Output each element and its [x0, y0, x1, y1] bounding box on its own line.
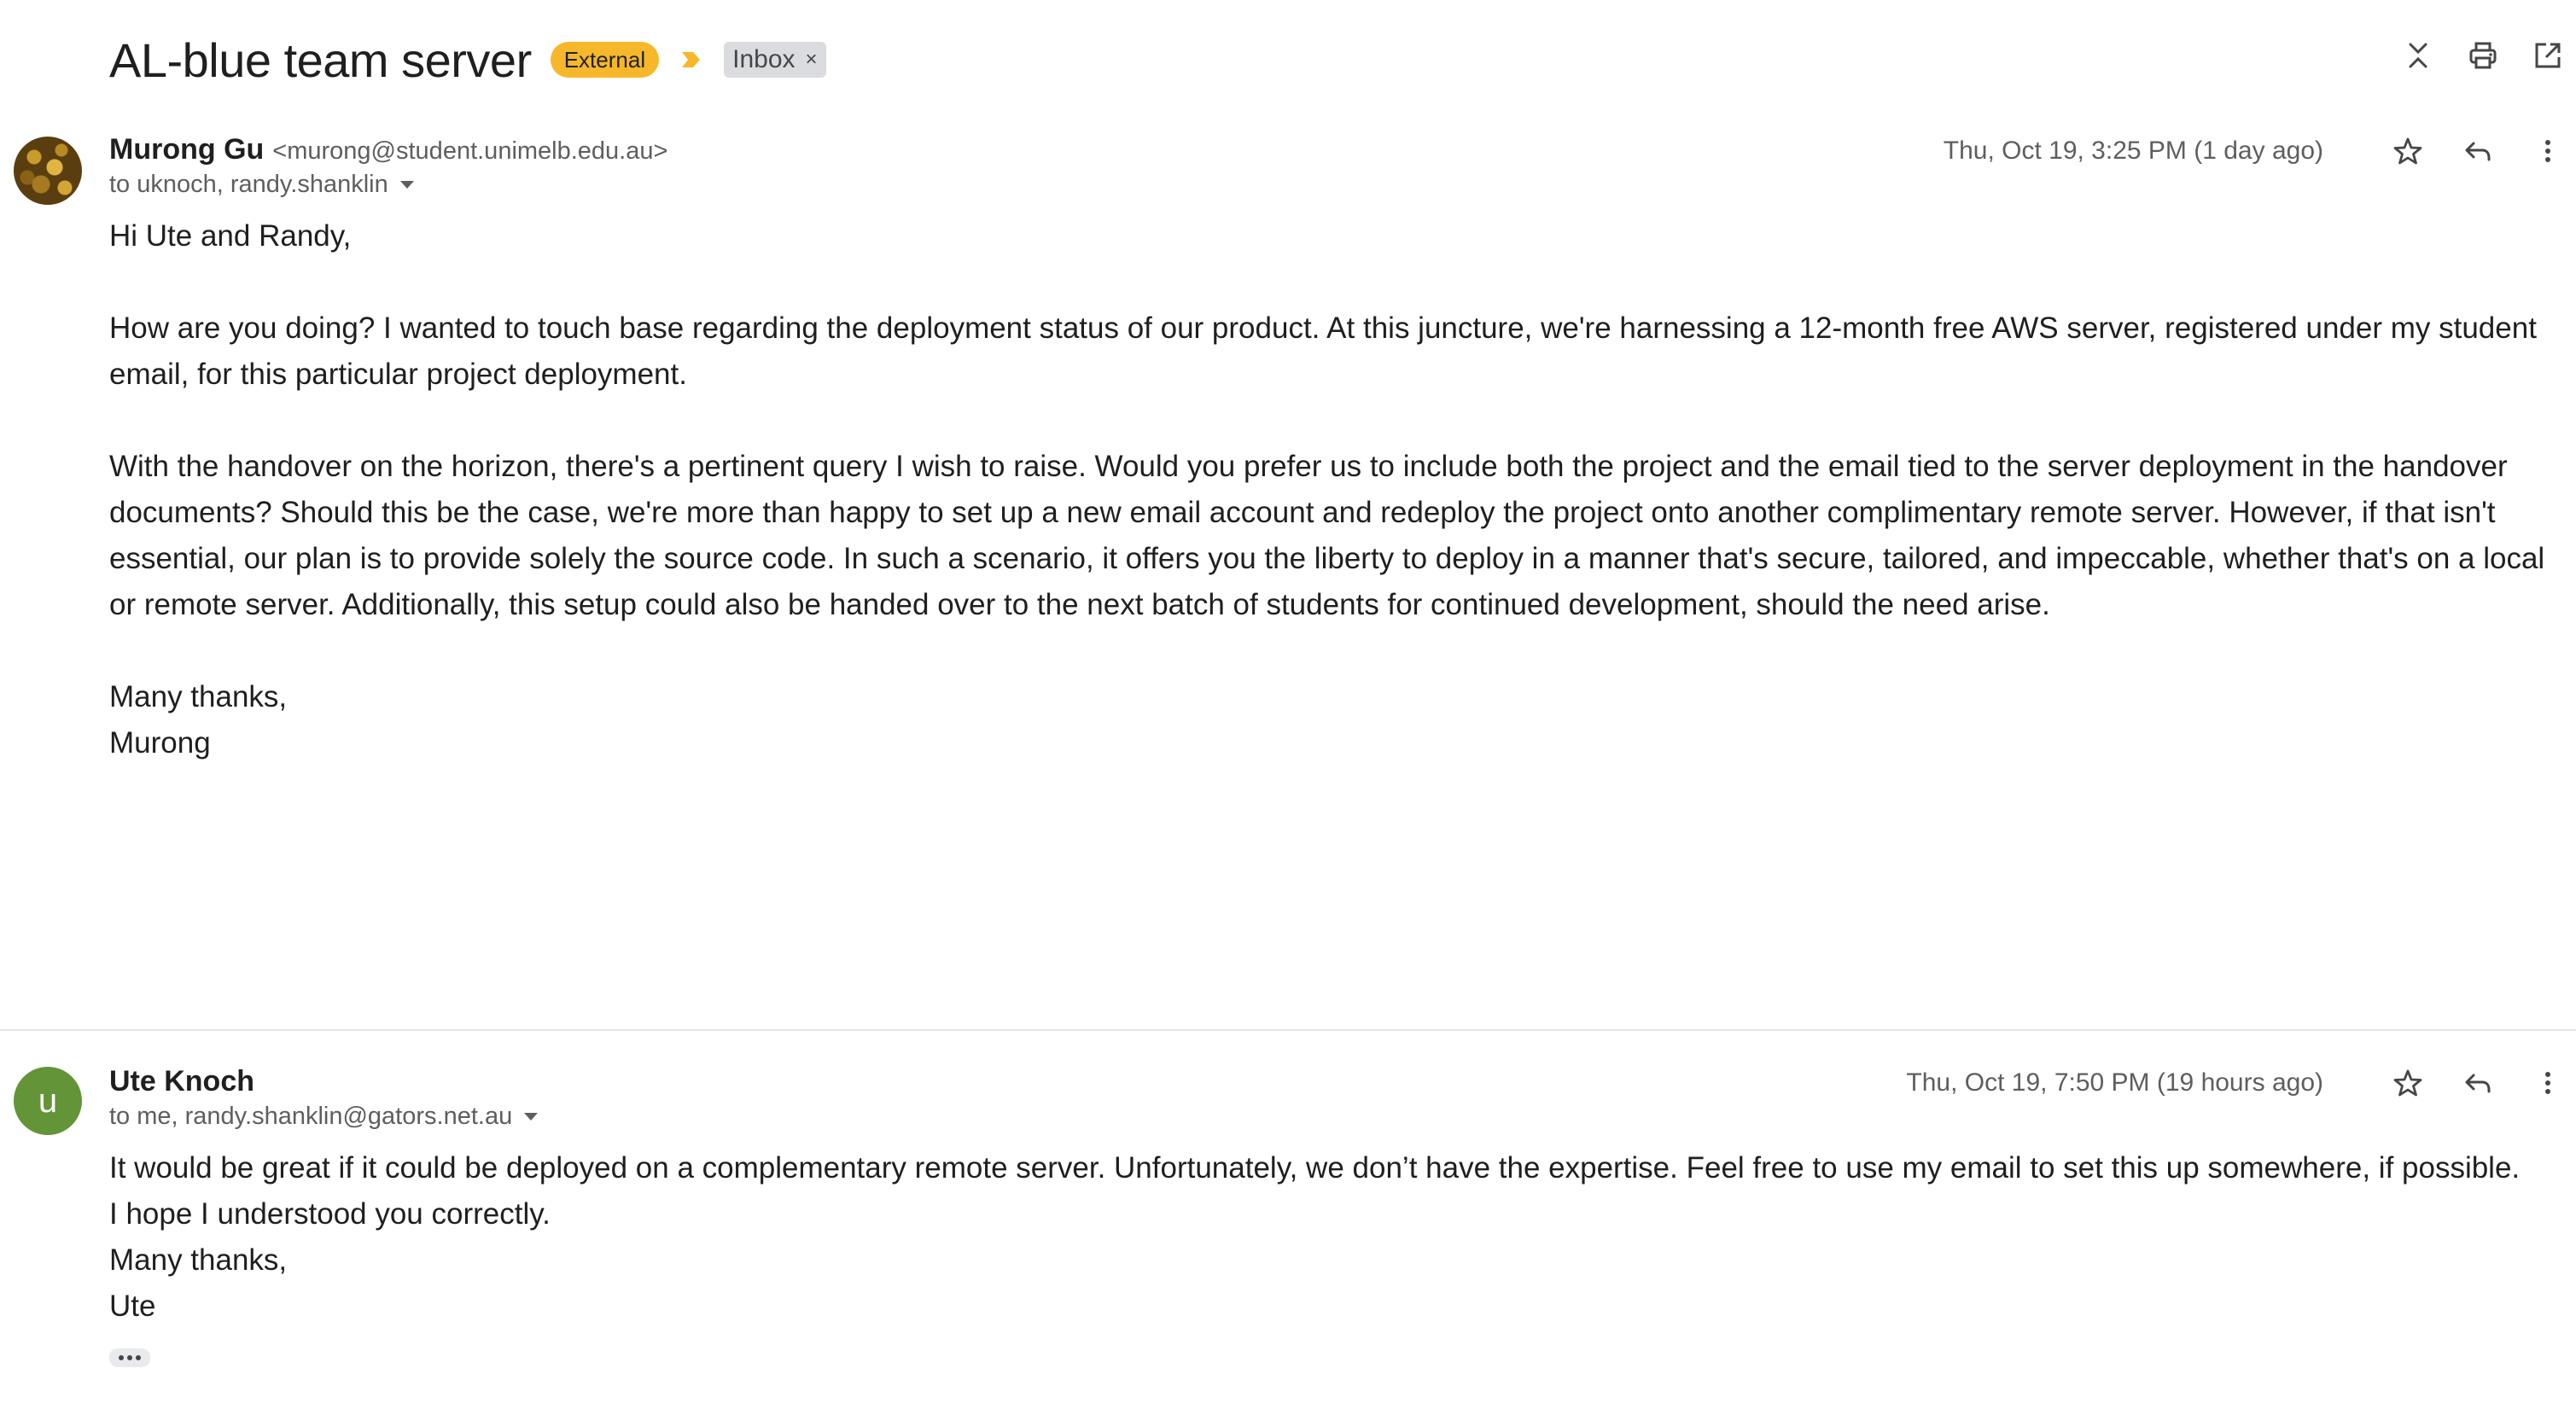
show-details-icon[interactable]: [399, 181, 414, 189]
external-label-badge: External: [550, 42, 660, 78]
message-divider: [0, 1029, 2576, 1031]
message-paragraph: Murong: [109, 726, 211, 760]
sender-line: Murong Gu <murong@student.unimelb.edu.au…: [109, 133, 667, 166]
message-paragraph: I hope I understood you correctly.: [109, 1197, 551, 1231]
show-trimmed-content-button[interactable]: [109, 1348, 150, 1367]
sender-line: Ute Knoch: [109, 1065, 254, 1098]
inbox-label-chip[interactable]: Inbox ×: [724, 42, 826, 78]
message-paragraph: With the handover on the horizon, there'…: [109, 450, 2545, 621]
message-paragraph: Many thanks,: [109, 680, 288, 713]
star-icon[interactable]: [2392, 1067, 2424, 1099]
star-icon[interactable]: [2392, 135, 2424, 167]
message-body: It would be great if it could be deploye…: [109, 1145, 2564, 1330]
message-timestamp: Thu, Oct 19, 7:50 PM (19 hours ago): [1906, 1068, 2323, 1097]
reply-icon[interactable]: [2462, 135, 2494, 167]
more-options-icon[interactable]: [2532, 135, 2564, 167]
importance-marker-icon[interactable]: [678, 47, 703, 73]
thread-subject: AL-blue team server: [109, 32, 532, 87]
show-details-icon[interactable]: [524, 1113, 539, 1121]
recipients-text: to uknoch, randy.shanklin: [109, 171, 388, 198]
sender-email: <murong@student.unimelb.edu.au>: [272, 137, 668, 165]
recipients-line[interactable]: to me, randy.shanklin@gators.net.au: [109, 1103, 539, 1131]
message-paragraph: Hi Ute and Randy,: [109, 219, 352, 253]
sender-avatar[interactable]: u: [14, 1067, 82, 1135]
message-paragraph: Many thanks,: [109, 1243, 288, 1277]
print-icon[interactable]: [2467, 39, 2499, 72]
dot: [127, 1355, 132, 1360]
inbox-label-text: Inbox: [732, 45, 796, 73]
sender-name[interactable]: Murong Gu: [109, 133, 264, 166]
dot: [136, 1355, 141, 1360]
thread-header: AL-blue team server External Inbox ×: [109, 26, 826, 94]
sender-avatar[interactable]: [14, 137, 82, 205]
message-meta: Thu, Oct 19, 7:50 PM (19 hours ago): [1906, 1067, 2564, 1099]
thread-actions: [2402, 39, 2564, 72]
recipients-text: to me, randy.shanklin@gators.net.au: [109, 1103, 513, 1130]
reply-icon[interactable]: [2462, 1067, 2494, 1099]
more-options-icon[interactable]: [2532, 1067, 2564, 1099]
message-timestamp: Thu, Oct 19, 3:25 PM (1 day ago): [1943, 137, 2323, 165]
collapse-all-icon[interactable]: [2402, 39, 2434, 72]
message-paragraph: Ute: [109, 1289, 156, 1323]
message-paragraph: It would be great if it could be deploye…: [109, 1151, 2521, 1185]
open-in-new-window-icon[interactable]: [2532, 39, 2564, 72]
message-meta: Thu, Oct 19, 3:25 PM (1 day ago): [1944, 135, 2564, 167]
email-thread-view: AL-blue team server External Inbox × Mur…: [0, 0, 2576, 1403]
sender-name[interactable]: Ute Knoch: [109, 1065, 254, 1098]
dot: [119, 1355, 124, 1360]
message-paragraph: How are you doing? I wanted to touch bas…: [109, 311, 2537, 391]
remove-label-icon[interactable]: ×: [806, 45, 818, 74]
message-body: Hi Ute and Randy, How are you doing? I w…: [109, 213, 2564, 766]
recipients-line[interactable]: to uknoch, randy.shanklin: [109, 171, 414, 199]
